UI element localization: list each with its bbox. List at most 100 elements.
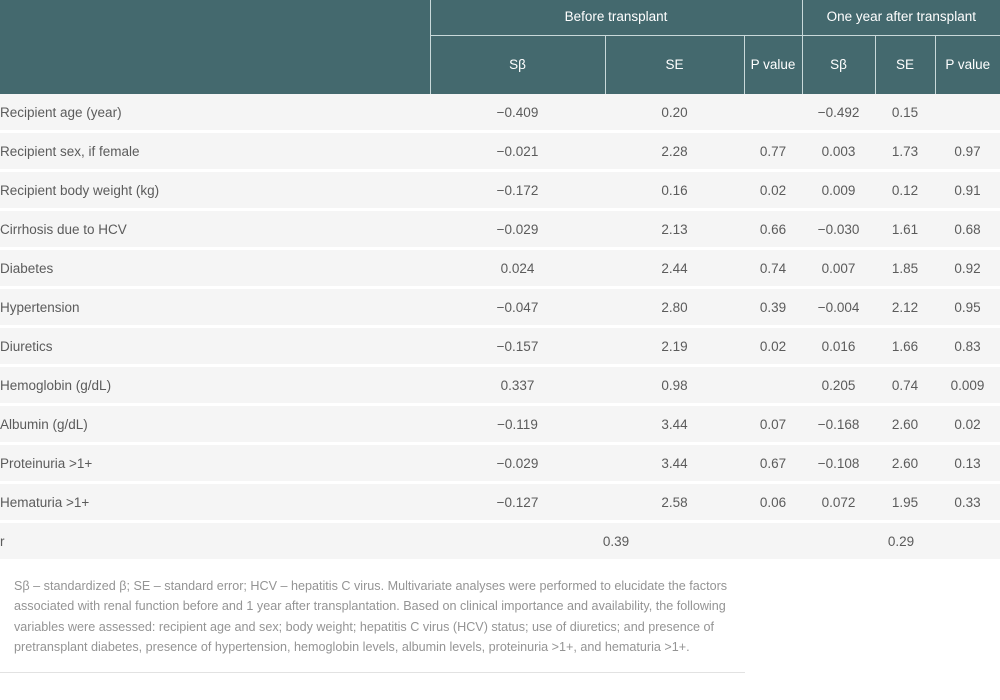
row-label: Hematuria >1+ <box>0 482 430 523</box>
cell-after-sbeta: −0.108 <box>802 443 876 484</box>
stats-table-container: Before transplant One year after transpl… <box>0 0 1000 562</box>
cell-after-sbeta: 0.205 <box>802 365 876 406</box>
row-label: Albumin (g/dL) <box>0 404 430 445</box>
cell-after-pvalue: 0.009 <box>935 365 1000 406</box>
cell-before-se: 3.44 <box>605 443 744 484</box>
bottom-divider <box>0 671 745 673</box>
cell-before-pvalue: 0.07 <box>744 404 803 445</box>
header-group-one-year-after-transplant: One year after transplant <box>801 0 1000 36</box>
cell-before-pvalue <box>744 94 803 133</box>
cell-before-sbeta: −0.029 <box>430 209 605 250</box>
cell-before-se: 2.58 <box>605 482 744 523</box>
header-group-before-transplant: Before transplant <box>429 0 803 36</box>
cell-after-sbeta: 0.003 <box>802 131 876 172</box>
cell-before-sbeta: 0.337 <box>430 365 605 406</box>
row-label: Proteinuria >1+ <box>0 443 430 484</box>
row-label: Diabetes <box>0 248 430 289</box>
table-row: Hemoglobin (g/dL) 0.337 0.98 0.205 0.74 0.009 <box>0 365 1000 406</box>
summary-after-r-value: 0.29 <box>802 521 1000 562</box>
row-label: Cirrhosis due to HCV <box>0 209 430 250</box>
row-label: Recipient body weight (kg) <box>0 170 430 211</box>
cell-after-se: 2.60 <box>875 404 936 445</box>
cell-after-se: 1.95 <box>875 482 936 523</box>
table-row: Proteinuria >1+ −0.029 3.44 0.67 −0.108 2.60 0… <box>0 443 1000 484</box>
cell-after-pvalue: 0.95 <box>935 287 1000 328</box>
cell-after-pvalue: 0.02 <box>935 404 1000 445</box>
cell-after-sbeta: 0.007 <box>802 248 876 289</box>
cell-after-sbeta: 0.009 <box>802 170 876 211</box>
header-corner-cell <box>0 0 430 94</box>
cell-before-se: 0.20 <box>605 94 744 133</box>
cell-before-sbeta: −0.119 <box>430 404 605 445</box>
cell-before-se: 2.44 <box>605 248 744 289</box>
cell-after-pvalue: 0.92 <box>935 248 1000 289</box>
cell-before-sbeta: −0.127 <box>430 482 605 523</box>
cell-before-sbeta: −0.409 <box>430 94 605 133</box>
table-body: Recipient age (year) −0.409 0.20 −0.492 0.15… <box>0 94 1000 562</box>
cell-after-pvalue <box>935 94 1000 133</box>
cell-after-pvalue: 0.33 <box>935 482 1000 523</box>
table-summary-row: r 0.39 0.29 <box>0 521 1000 562</box>
summary-row-label: r <box>0 521 430 562</box>
cell-after-se: 0.74 <box>875 365 936 406</box>
cell-before-pvalue: 0.74 <box>744 248 803 289</box>
cell-before-se: 2.28 <box>605 131 744 172</box>
cell-after-pvalue: 0.91 <box>935 170 1000 211</box>
cell-before-se: 2.19 <box>605 326 744 367</box>
cell-after-se: 1.61 <box>875 209 936 250</box>
table-row: Albumin (g/dL) −0.119 3.44 0.07 −0.168 2.60 0.… <box>0 404 1000 445</box>
summary-before-r-value: 0.39 <box>430 521 803 562</box>
cell-before-sbeta: −0.029 <box>430 443 605 484</box>
cell-before-pvalue: 0.66 <box>744 209 803 250</box>
cell-after-sbeta: −0.168 <box>802 404 876 445</box>
header-col-after-pvalue: P value <box>934 35 1000 94</box>
multivariate-analysis-table: Before transplant One year after transpl… <box>0 0 1000 562</box>
table-row: Recipient body weight (kg) −0.172 0.16 0.02… <box>0 170 1000 211</box>
row-label: Hypertension <box>0 287 430 328</box>
cell-after-se: 2.60 <box>875 443 936 484</box>
cell-after-se: 0.12 <box>875 170 936 211</box>
cell-after-pvalue: 0.13 <box>935 443 1000 484</box>
cell-after-se: 1.66 <box>875 326 936 367</box>
header-col-after-se: SE <box>874 35 936 94</box>
cell-after-se: 1.73 <box>875 131 936 172</box>
header-col-before-se: SE <box>604 35 744 94</box>
header-group-row: Before transplant One year after transpl… <box>0 0 1000 94</box>
row-label: Recipient sex, if female <box>0 131 430 172</box>
table-row: Diabetes 0.024 2.44 0.74 0.007 1.85 0.92 <box>0 248 1000 289</box>
cell-before-pvalue: 0.06 <box>744 482 803 523</box>
cell-before-se: 0.16 <box>605 170 744 211</box>
header-col-before-pvalue: P value <box>743 35 803 94</box>
row-label: Hemoglobin (g/dL) <box>0 365 430 406</box>
row-label: Recipient age (year) <box>0 94 430 133</box>
cell-before-sbeta: 0.024 <box>430 248 605 289</box>
cell-before-se: 3.44 <box>605 404 744 445</box>
table-row: Hypertension −0.047 2.80 0.39 −0.004 2.12 0.95 <box>0 287 1000 328</box>
cell-before-pvalue <box>744 365 803 406</box>
cell-after-sbeta: 0.016 <box>802 326 876 367</box>
cell-after-se: 2.12 <box>875 287 936 328</box>
cell-before-se: 2.13 <box>605 209 744 250</box>
table-footnote: Sβ – standardized β; SE – standard error… <box>14 579 728 655</box>
cell-before-sbeta: −0.172 <box>430 170 605 211</box>
table-row: Recipient sex, if female −0.021 2.28 0.77 0.… <box>0 131 1000 172</box>
cell-before-pvalue: 0.02 <box>744 326 803 367</box>
cell-before-se: 0.98 <box>605 365 744 406</box>
cell-before-pvalue: 0.67 <box>744 443 803 484</box>
header-col-after-sbeta: Sβ <box>801 35 876 94</box>
table-row: Diuretics −0.157 2.19 0.02 0.016 1.66 0.83 <box>0 326 1000 367</box>
table-row: Recipient age (year) −0.409 0.20 −0.492 0.15 <box>0 94 1000 133</box>
cell-after-sbeta: 0.072 <box>802 482 876 523</box>
cell-before-sbeta: −0.047 <box>430 287 605 328</box>
row-label: Diuretics <box>0 326 430 367</box>
table-row: Hematuria >1+ −0.127 2.58 0.06 0.072 1.95 0.33 <box>0 482 1000 523</box>
header-col-before-sbeta: Sβ <box>429 35 605 94</box>
table-header: Before transplant One year after transpl… <box>0 0 1000 94</box>
cell-before-sbeta: −0.021 <box>430 131 605 172</box>
cell-before-se: 2.80 <box>605 287 744 328</box>
cell-after-sbeta: −0.030 <box>802 209 876 250</box>
cell-after-sbeta: −0.004 <box>802 287 876 328</box>
cell-before-pvalue: 0.02 <box>744 170 803 211</box>
cell-after-se: 0.15 <box>875 94 936 133</box>
cell-before-pvalue: 0.39 <box>744 287 803 328</box>
